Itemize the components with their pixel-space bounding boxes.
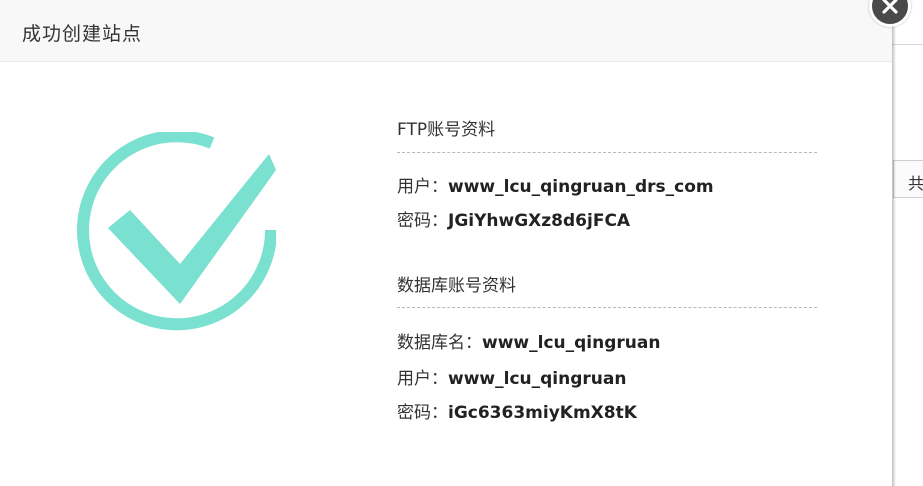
close-icon [882,0,898,14]
ftp-user-label: 用户： [397,177,448,197]
background-control: 共 [893,160,923,198]
background-partial-text: 共 [908,174,923,193]
dialog-header: 成功创建站点 [0,0,892,62]
background-divider [892,44,923,45]
database-password-value: iGc6363miyKmX8tK [448,403,637,423]
database-user-value: www_lcu_qingruan [448,369,627,389]
ftp-password-label: 密码： [397,211,448,231]
ftp-divider [397,152,817,153]
database-section-title: 数据库账号资料 [397,276,516,296]
ftp-password-value: JGiYhwGXz8d6jFCA [448,211,631,231]
database-user-label: 用户： [397,369,448,389]
check-circle-icon [76,130,278,346]
ftp-user-row: 用户：www_lcu_qingruan_drs_com [397,172,714,197]
database-user-row: 用户：www_lcu_qingruan [397,364,626,389]
success-dialog: 成功创建站点 FTP账号资料 用户：www_lcu_qingruan_drs_c… [0,0,892,486]
database-divider [397,307,817,308]
database-password-row: 密码：iGc6363miyKmX8tK [397,398,637,423]
ftp-section-title: FTP账号资料 [397,120,496,140]
ftp-password-row: 密码：JGiYhwGXz8d6jFCA [397,206,630,231]
database-name-row: 数据库名：www_lcu_qingruan [397,328,660,353]
database-name-value: www_lcu_qingruan [482,333,661,353]
dialog-shadow [892,0,896,486]
database-password-label: 密码： [397,403,448,423]
database-name-label: 数据库名： [397,333,482,353]
dialog-title: 成功创建站点 [22,23,143,45]
background-page [892,0,923,486]
ftp-user-value: www_lcu_qingruan_drs_com [448,177,714,197]
